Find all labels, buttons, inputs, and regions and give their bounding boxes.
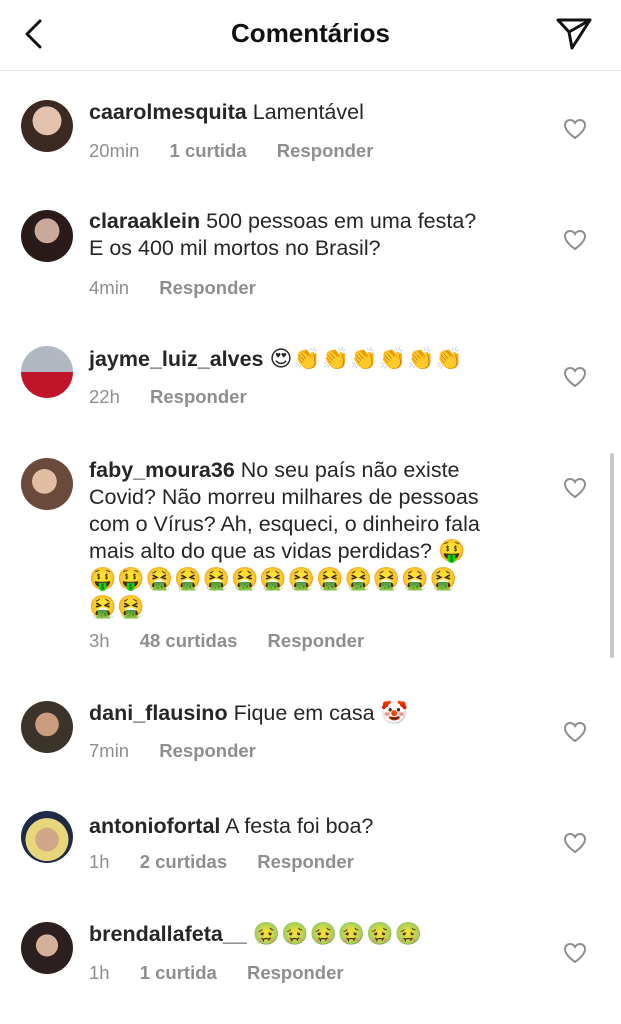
comment-time: 3h [89, 630, 110, 651]
comment-username[interactable]: dani_flausino [89, 701, 228, 725]
comment-text: 500 pessoas em uma festa? [206, 209, 477, 233]
comment-time: 4min [89, 277, 130, 298]
avatar[interactable] [21, 922, 73, 974]
comment-text: Fique em casa [233, 701, 375, 725]
scrollbar[interactable] [610, 453, 614, 658]
reply-button[interactable]: Responder [159, 740, 256, 761]
avatar[interactable] [21, 458, 73, 510]
heart-icon[interactable] [563, 118, 587, 140]
comment-username[interactable]: faby_moura36 [89, 458, 235, 482]
comment-time: 7min [89, 740, 130, 761]
comment-username[interactable]: claraaklein [89, 209, 200, 233]
comment-emojis-line3: 🤮🤮 [89, 595, 146, 620]
avatar[interactable] [21, 346, 73, 398]
comment-text: A festa foi boa? [225, 814, 374, 838]
header-bar: Comentários [0, 0, 621, 71]
avatar[interactable] [21, 210, 73, 262]
comment-username[interactable]: caarolmesquita [89, 100, 247, 124]
heart-icon[interactable] [563, 832, 587, 854]
comment-time: 20min [89, 140, 140, 161]
comment-text-line4: mais alto do que as vidas perdidas? [89, 539, 433, 563]
comment-time: 1h [89, 851, 110, 872]
comment-emojis-line2: 🤑🤑🤮🤮🤮🤮🤮🤮🤮🤮🤮🤮🤮 [89, 567, 459, 592]
avatar[interactable] [21, 811, 73, 863]
comment-emojis: 😍👏👏👏👏👏👏 [269, 347, 464, 372]
comment-emojis: 🤑 [438, 539, 467, 564]
comment-username[interactable]: brendallafeta__ [89, 922, 247, 946]
comment-time: 1h [89, 962, 110, 983]
heart-icon[interactable] [563, 942, 587, 964]
reply-button[interactable]: Responder [268, 630, 365, 651]
comment-username[interactable]: antoniofortal [89, 814, 220, 838]
reply-button[interactable]: Responder [277, 140, 374, 161]
reply-button[interactable]: Responder [150, 386, 247, 407]
comment-likes[interactable]: 48 curtidas [140, 630, 238, 651]
comment-text-line2: E os 400 mil mortos no Brasil? [89, 236, 381, 260]
comment-likes[interactable]: 2 curtidas [140, 851, 227, 872]
comment-text: No seu país não existe [240, 458, 460, 482]
reply-button[interactable]: Responder [247, 962, 344, 983]
heart-icon[interactable] [563, 366, 587, 388]
heart-icon[interactable] [563, 721, 587, 743]
send-icon[interactable] [554, 14, 594, 54]
comment-likes[interactable]: 1 curtida [140, 962, 217, 983]
comment-likes[interactable]: 1 curtida [170, 140, 247, 161]
heart-icon[interactable] [563, 229, 587, 251]
comment-text: Lamentável [252, 100, 364, 124]
comment-emojis: 🤡 [380, 701, 409, 726]
reply-button[interactable]: Responder [257, 851, 354, 872]
comment-time: 22h [89, 386, 120, 407]
avatar[interactable] [21, 100, 73, 152]
comment-username[interactable]: jayme_luiz_alves [89, 347, 264, 371]
avatar[interactable] [21, 701, 73, 753]
page-title: Comentários [231, 18, 390, 48]
reply-button[interactable]: Responder [159, 277, 256, 298]
heart-icon[interactable] [563, 477, 587, 499]
comment-emojis: 🤢🤢🤢🤢🤢🤢 [252, 922, 424, 947]
comment-text-line3: com o Vírus? Ah, esqueci, o dinheiro fal… [89, 512, 480, 536]
comment-text-line2: Covid? Não morreu milhares de pessoas [89, 485, 479, 509]
